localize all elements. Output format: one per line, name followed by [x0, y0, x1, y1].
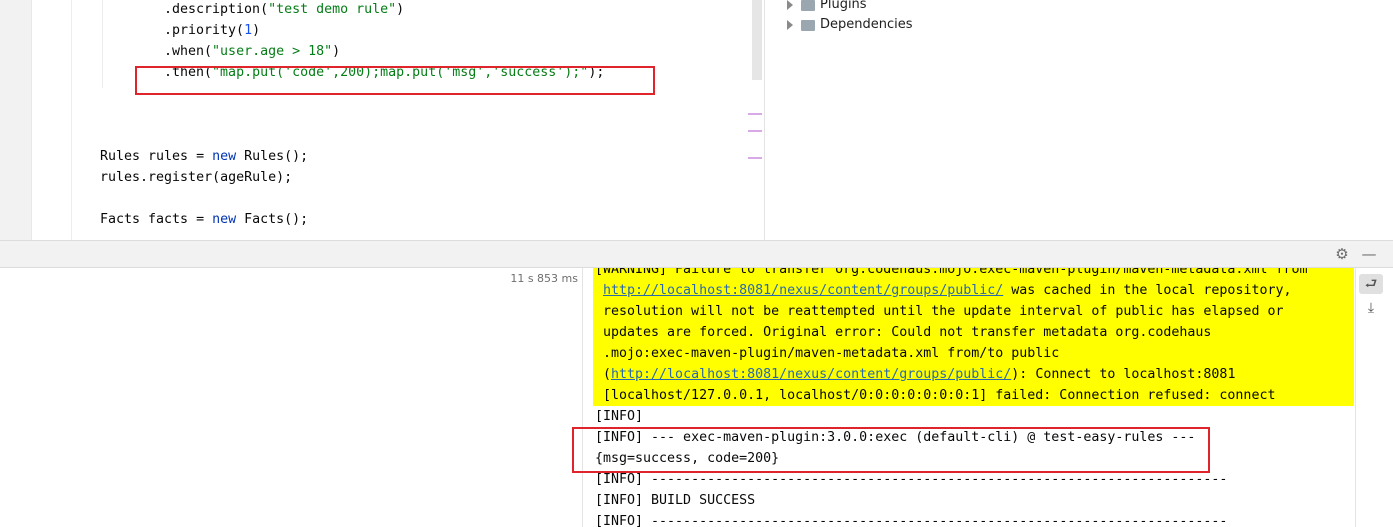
console-side-toolbar: ⮐ ⤓	[1355, 268, 1393, 527]
soft-wrap-icon[interactable]: ⮐	[1359, 274, 1383, 294]
console-output[interactable]: [WARNING] Failure to transfer org.codeha…	[583, 268, 1355, 527]
code-token: .description(	[164, 2, 269, 17]
change-marker	[748, 113, 762, 115]
tree-item-plugins[interactable]: Plugins	[787, 0, 867, 15]
console-text: ): Connect to localhost:8081	[1011, 367, 1236, 382]
code-editor[interactable]: .description("test demo rule") .priority(…	[0, 0, 763, 240]
console-text: .mojo:exec-maven-plugin/maven-metadata.x…	[603, 346, 1060, 361]
console-text: updates are forced. Original error: Coul…	[603, 325, 1212, 340]
code-token: )	[396, 2, 405, 17]
code-token: new	[212, 212, 237, 227]
expand-arrow-icon[interactable]	[787, 20, 793, 30]
code-token: Rules();	[236, 149, 309, 164]
gear-icon[interactable]: ⚙	[1333, 245, 1351, 263]
code-line[interactable]: .when("user.age > 18")	[164, 42, 340, 62]
run-toolbar: ⚙ —	[0, 240, 1393, 268]
console-line: (http://localhost:8081/nexus/content/gro…	[603, 364, 1235, 385]
tree-item-label: Plugins	[820, 0, 867, 12]
console-line: [INFO] ---------------------------------…	[595, 514, 1228, 527]
code-token: new	[212, 149, 237, 164]
run-tree-panel: 11 s 853 ms	[0, 268, 583, 527]
dependencies-folder-icon	[801, 19, 815, 31]
console-text: (	[603, 367, 612, 382]
console-line: http://localhost:8081/nexus/content/grou…	[603, 280, 1291, 301]
code-token: "test demo rule"	[268, 2, 397, 17]
code-token: Facts facts =	[100, 212, 213, 227]
code-token: )	[252, 23, 261, 38]
console-line: resolution will not be reattempted until…	[603, 301, 1283, 322]
code-token: Rules rules =	[100, 149, 213, 164]
tree-item-label: Dependencies	[820, 17, 913, 32]
minimize-icon[interactable]: —	[1360, 245, 1378, 263]
change-marker	[748, 157, 762, 159]
code-token: .priority(	[164, 23, 245, 38]
code-line[interactable]: rules.register(ageRule);	[100, 168, 292, 188]
console-line: [WARNING] Failure to transfer org.codeha…	[595, 268, 1307, 280]
indent-guide	[102, 0, 103, 88]
code-token: )	[332, 44, 341, 59]
code-token: .when(	[164, 44, 213, 59]
editor-gutter	[0, 0, 32, 240]
console-link[interactable]: http://localhost:8081/nexus/content/grou…	[611, 367, 1011, 382]
console-link[interactable]: http://localhost:8081/nexus/content/grou…	[603, 283, 1003, 298]
run-duration: 11 s 853 ms	[510, 272, 578, 285]
console-line: [INFO]	[595, 409, 644, 424]
console-text: resolution will not be reattempted until…	[603, 304, 1284, 319]
console-line: updates are forced. Original error: Coul…	[603, 322, 1211, 343]
tree-item-dependencies[interactable]: Dependencies	[787, 15, 913, 35]
code-token: "user.age > 18"	[212, 44, 333, 59]
console-text: [WARNING] Failure to transfer org.codeha…	[595, 268, 1308, 277]
indent-guide	[71, 0, 72, 240]
console-line: [localhost/127.0.0.1, localhost/0:0:0:0:…	[603, 385, 1275, 406]
scroll-to-end-icon[interactable]: ⤓	[1359, 298, 1383, 318]
console-text: [localhost/127.0.0.1, localhost/0:0:0:0:…	[603, 388, 1276, 403]
console-text: was cached in the local repository,	[1003, 283, 1292, 298]
code-line[interactable]: Rules rules = new Rules();	[100, 147, 308, 167]
code-token: 1	[244, 23, 253, 38]
console-line: .mojo:exec-maven-plugin/maven-metadata.x…	[603, 343, 1059, 364]
highlight-box-output	[572, 427, 1210, 473]
editor-scrollbar-thumb[interactable]	[752, 0, 762, 80]
highlight-box-then-line	[135, 66, 655, 95]
change-marker	[748, 130, 762, 132]
code-line[interactable]: .priority(1)	[164, 21, 260, 41]
project-tree-panel: Plugins Dependencies	[764, 0, 1393, 240]
code-token: Facts();	[236, 212, 309, 227]
code-line[interactable]: Facts facts = new Facts();	[100, 210, 308, 230]
code-token: rules.register(ageRule);	[100, 170, 293, 185]
console-line: [INFO] BUILD SUCCESS	[595, 493, 756, 508]
expand-arrow-icon[interactable]	[787, 0, 793, 10]
plugins-folder-icon	[801, 0, 815, 11]
code-line[interactable]: .description("test demo rule")	[164, 0, 404, 20]
